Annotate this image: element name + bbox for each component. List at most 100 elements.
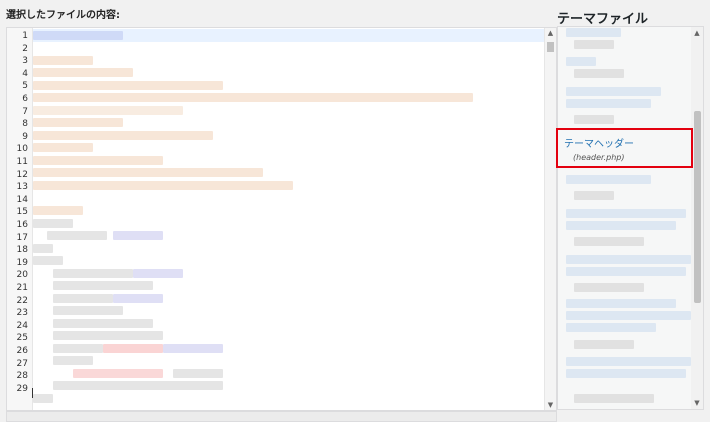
file-entry-blur [574,69,624,78]
line-number: 5 [22,81,28,92]
file-entry-blur [574,394,654,403]
line-number: 23 [16,308,28,319]
code-line-blur [73,369,163,378]
file-content-label: 選択したファイルの内容: [6,10,120,21]
theme-file-list[interactable]: テーマヘッダー (header.php) ▲ ▼ [557,26,704,410]
line-number: 22 [16,295,28,306]
file-entry-blur [574,191,614,200]
file-entry-blur [574,237,644,246]
code-line-blur [33,93,473,102]
code-line-blur [33,181,293,190]
code-area[interactable] [33,28,544,410]
editor-horizontal-scrollbar[interactable] [6,411,557,422]
highlight-annotation-box [556,128,693,168]
line-number: 2 [22,43,28,54]
scroll-down-arrow-icon[interactable]: ▼ [691,399,703,407]
line-number: 28 [16,371,28,382]
code-line-blur [33,56,93,65]
file-entry-blur[interactable] [566,369,686,378]
code-line-blur [53,281,153,290]
file-list-scroll-thumb[interactable] [694,111,701,303]
file-entry-blur[interactable] [566,357,691,366]
code-line-blur [53,306,123,315]
code-line-blur [173,369,223,378]
line-number: 18 [16,245,28,256]
scroll-up-arrow-icon[interactable]: ▲ [545,29,556,37]
code-line-blur [53,344,103,353]
code-line-blur [113,294,163,303]
code-line-blur [33,156,163,165]
file-entry-blur[interactable] [566,323,656,332]
file-entry-blur [574,340,634,349]
line-number: 10 [16,144,28,155]
line-number: 13 [16,182,28,193]
line-number-gutter: 1 2 3 4 5 6 7 8 9 10 11 12 13 14 15 16 17 18 19 20 21 22 23 24 2… [7,28,33,410]
code-line-blur [113,231,163,240]
code-line-blur [33,131,213,140]
text-cursor [32,388,33,398]
line-number: 20 [16,270,28,281]
line-number: 19 [16,257,28,268]
code-line-blur [163,344,223,353]
line-number: 12 [16,169,28,180]
file-entry-blur[interactable] [566,311,691,320]
file-entry-blur[interactable] [566,99,651,108]
file-entry-blur [574,115,614,124]
code-line-blur [53,356,93,365]
scroll-down-arrow-icon[interactable]: ▼ [545,401,556,409]
code-line-blur [33,244,53,253]
file-entry-blur[interactable] [566,28,621,37]
code-line-blur [33,68,133,77]
line-number: 14 [16,194,28,205]
code-line-blur [47,231,107,240]
code-line-blur [53,381,223,390]
file-entry-blur [574,283,644,292]
line-number: 4 [22,68,28,79]
file-entry-blur[interactable] [566,267,686,276]
file-entry-blur[interactable] [566,175,651,184]
line-number: 11 [16,157,28,167]
line-number: 27 [16,358,28,369]
line-number: 6 [22,94,28,104]
code-line-blur [53,331,163,340]
line-number: 21 [16,283,28,293]
line-number: 1 [22,31,28,41]
code-line-blur [53,269,133,278]
line-number: 16 [16,220,28,230]
line-number: 15 [16,207,28,218]
code-line-blur [53,319,153,328]
code-line-blur [33,206,83,215]
code-line-blur [33,143,93,152]
line-number: 9 [22,131,28,142]
line-number: 7 [22,106,28,117]
line-number: 26 [16,346,28,356]
line-number: 8 [22,119,28,130]
code-editor[interactable]: 1 2 3 4 5 6 7 8 9 10 11 12 13 14 15 16 17 18 19 20 21 22 23 24 2… [6,27,557,411]
line-number: 29 [16,383,28,394]
file-list-scrollbar[interactable]: ▲ ▼ [691,27,703,409]
file-entry-blur[interactable] [566,255,691,264]
line-number: 24 [16,320,28,331]
line-number: 25 [16,333,28,344]
code-line-blur [33,106,183,115]
editor-vertical-scrollbar[interactable]: ▲ ▼ [544,28,556,410]
code-line-blur [133,269,183,278]
file-entry-blur[interactable] [566,299,676,308]
code-line-blur [103,344,163,353]
code-line-blur [33,219,73,228]
line-number: 17 [16,232,28,243]
file-entry-blur[interactable] [566,221,676,230]
scroll-up-arrow-icon[interactable]: ▲ [691,29,703,37]
code-line-blur [33,31,123,40]
code-line-blur [53,294,113,303]
code-line-blur [33,81,223,90]
file-entry-blur[interactable] [566,209,686,218]
file-entry-blur[interactable] [566,57,596,66]
code-line-blur [33,394,53,403]
file-entry-blur[interactable] [566,87,661,96]
code-line-blur [33,118,123,127]
editor-scroll-thumb[interactable] [547,42,554,52]
theme-files-heading: テーマファイル [557,12,649,27]
file-entry-blur [574,40,614,49]
code-line-blur [33,256,63,265]
